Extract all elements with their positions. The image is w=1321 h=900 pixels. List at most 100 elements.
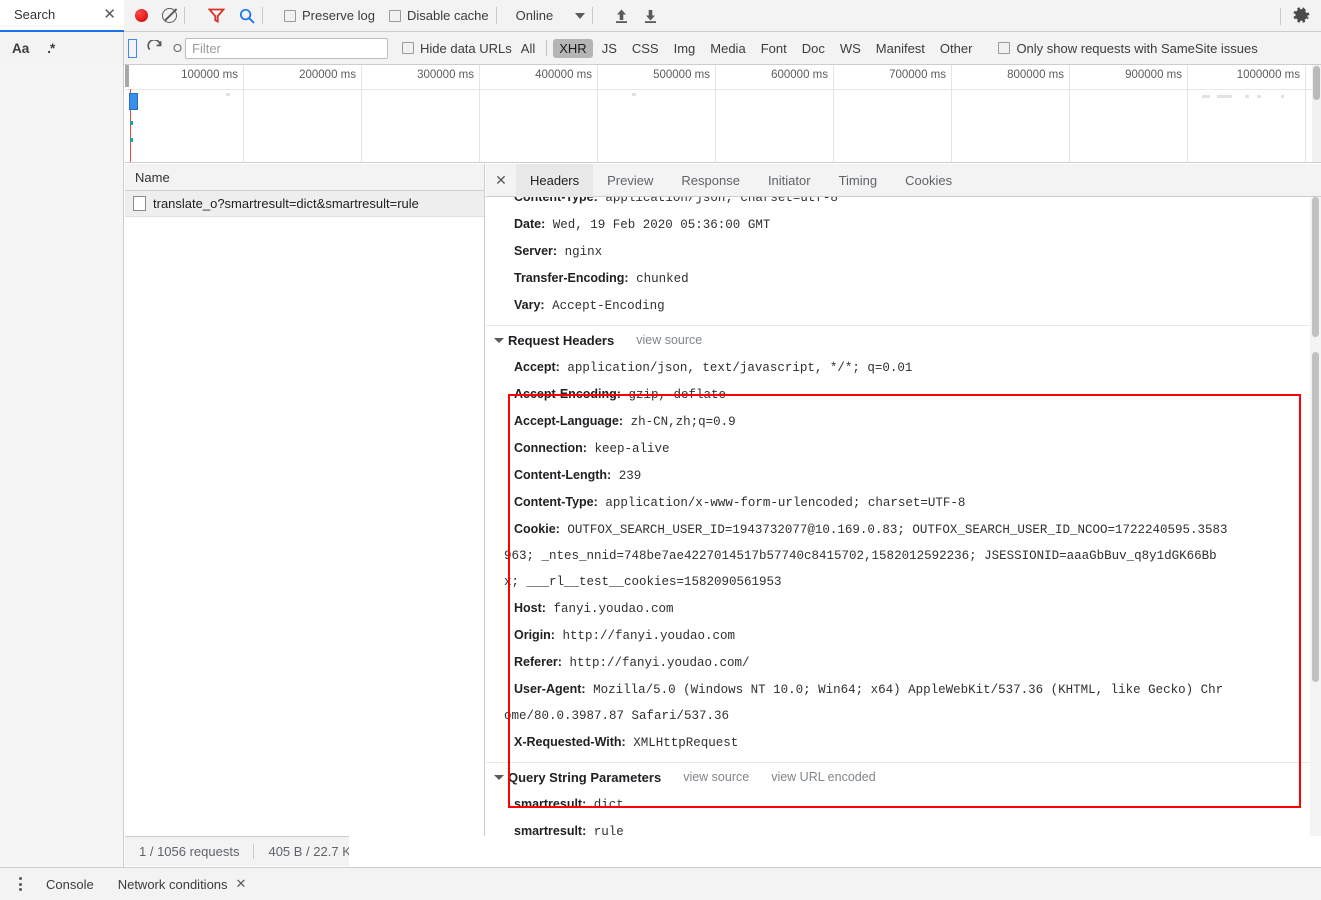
header-value: keep-alive (594, 442, 670, 456)
tab-headers[interactable]: Headers (516, 163, 594, 197)
overview-left-grip[interactable] (125, 65, 129, 87)
checkbox-box[interactable] (388, 9, 401, 22)
hide-data-urls-checkbox[interactable]: Hide data URLs (402, 41, 512, 56)
cookie-header-row: Cookie: OUTFOX_SEARCH_USER_ID=1943732077… (486, 516, 1321, 543)
clear-icon[interactable] (162, 8, 177, 23)
detail-close-icon[interactable]: ✕ (486, 172, 516, 189)
chevron-down-icon[interactable] (575, 12, 586, 19)
view-source-link[interactable]: view source (636, 333, 702, 347)
header-name: Vary: (514, 298, 545, 312)
filter-type-font[interactable]: Font (755, 39, 793, 58)
request-headers-section-header[interactable]: Request Headers view source (486, 326, 1321, 354)
section-title: Query String Parameters (508, 769, 662, 785)
view-url-encoded-link[interactable]: view URL encoded (771, 770, 875, 784)
scrollbar-thumb[interactable] (1313, 66, 1320, 100)
preserve-log-checkbox[interactable]: Preserve log (284, 8, 375, 23)
chevron-down-icon[interactable] (494, 774, 504, 780)
header-value-line-2: ome/80.0.3987.87 Safari/537.36 (504, 709, 730, 723)
divider (546, 40, 548, 56)
regex-icon[interactable]: .* (47, 41, 55, 56)
checkbox-box[interactable] (284, 9, 296, 22)
header-value: Wed, 19 Feb 2020 05:36:00 GMT (552, 218, 771, 232)
request-bar (1217, 95, 1232, 98)
header-name: Origin: (514, 628, 555, 642)
filter-input[interactable] (185, 37, 388, 59)
header-value: Accept-Encoding (552, 299, 665, 313)
param-name: smartresult: (514, 824, 587, 836)
disable-cache-checkbox[interactable]: Disable cache (388, 8, 489, 23)
header-row: Accept: application/json, text/javascrip… (486, 354, 1321, 381)
tab-timing[interactable]: Timing (825, 164, 892, 197)
tick-label: 600000 ms (771, 69, 828, 81)
filter-type-css[interactable]: CSS (626, 39, 665, 58)
param-value: rule (593, 825, 624, 836)
filter-type-js[interactable]: JS (596, 39, 623, 58)
throttling-select[interactable]: Online (516, 8, 586, 23)
scrollbar-thumb[interactable] (1312, 352, 1319, 682)
tab-cookies[interactable]: Cookies (891, 164, 966, 197)
table-row[interactable]: translate_o?smartresult=dict&smartresult… (125, 191, 484, 217)
tab-response[interactable]: Response (667, 164, 754, 197)
filter-type-manifest[interactable]: Manifest (870, 39, 931, 58)
filter-type-other[interactable]: Other (934, 39, 979, 58)
header-row: Content-Type: application/x-www-form-url… (486, 489, 1321, 516)
drawer-tab-network-conditions[interactable]: Network conditions ✕ (106, 876, 259, 892)
tick-label: 400000 ms (535, 69, 592, 81)
request-bar (130, 138, 133, 142)
search-tab[interactable]: Search ✕ (0, 0, 124, 32)
header-value: application/json; charset=utf-8 (605, 197, 838, 205)
header-name: Transfer-Encoding: (514, 271, 629, 285)
scrollbar-thumb[interactable] (1312, 197, 1319, 337)
checkbox-box[interactable] (998, 42, 1011, 54)
query-string-section-header[interactable]: Query String Parameters view source view… (486, 763, 1321, 791)
header-value: application/json, text/javascript, */*; … (567, 361, 913, 375)
filter-type-media[interactable]: Media (704, 39, 751, 58)
download-arrow-icon[interactable] (643, 8, 658, 24)
chevron-down-icon[interactable] (494, 337, 504, 343)
filter-type-xhr[interactable]: XHR (553, 38, 593, 58)
tick-label: 1000000 ms (1236, 69, 1300, 81)
clock-icon[interactable] (173, 40, 182, 56)
column-header-name: Name (135, 169, 170, 185)
kebab-menu-icon[interactable] (6, 877, 34, 891)
divider (592, 7, 594, 24)
param-value: dict (593, 798, 624, 812)
detail-scrollbar[interactable] (1310, 197, 1321, 836)
tab-initiator[interactable]: Initiator (754, 164, 825, 197)
tick-label: 300000 ms (417, 69, 474, 81)
drawer-tab-console[interactable]: Console (34, 877, 106, 892)
tab-preview[interactable]: Preview (593, 164, 667, 197)
header-value: http://fanyi.youdao.com/ (569, 656, 750, 670)
filter-type-img[interactable]: Img (668, 39, 702, 58)
record-button[interactable] (135, 9, 148, 22)
upload-arrow-icon[interactable] (614, 8, 629, 24)
search-close-icon[interactable]: ✕ (103, 7, 116, 22)
network-overview-timeline[interactable]: 100000 ms 200000 ms 300000 ms 400000 ms … (125, 65, 1321, 163)
header-value: XMLHttpRequest (633, 736, 739, 750)
param-row: smartresult: rule (486, 818, 1321, 836)
match-case-icon[interactable]: Aa (12, 41, 29, 56)
tick-label: 500000 ms (653, 69, 710, 81)
search-tab-label: Search (14, 7, 56, 22)
filter-type-doc[interactable]: Doc (796, 39, 831, 58)
header-row: Date: Wed, 19 Feb 2020 05:36:00 GMT (486, 211, 1321, 238)
filter-type-ws[interactable]: WS (834, 39, 867, 58)
overview-scrollbar[interactable] (1312, 65, 1321, 162)
samesite-issues-checkbox[interactable]: Only show requests with SameSite issues (998, 41, 1258, 56)
header-name: User-Agent: (514, 682, 586, 696)
checkbox-box[interactable] (402, 42, 414, 54)
view-source-link[interactable]: view source (683, 770, 749, 784)
close-icon[interactable]: ✕ (236, 876, 247, 892)
gear-icon[interactable] (1292, 7, 1311, 31)
filter-type-all[interactable]: All (515, 39, 541, 58)
header-row: Server: nginx (486, 238, 1321, 265)
header-value-line-1: Mozilla/5.0 (Windows NT 10.0; Win64; x64… (593, 683, 1224, 697)
request-list-header[interactable]: Name (125, 164, 484, 191)
request-bar (226, 93, 230, 96)
search-icon[interactable] (239, 8, 255, 24)
header-value: fanyi.youdao.com (553, 602, 674, 616)
funnel-icon[interactable] (208, 8, 225, 23)
reload-icon[interactable] (147, 40, 163, 56)
header-name: Accept: (514, 360, 560, 374)
header-row: Vary: Accept-Encoding (486, 292, 1321, 319)
